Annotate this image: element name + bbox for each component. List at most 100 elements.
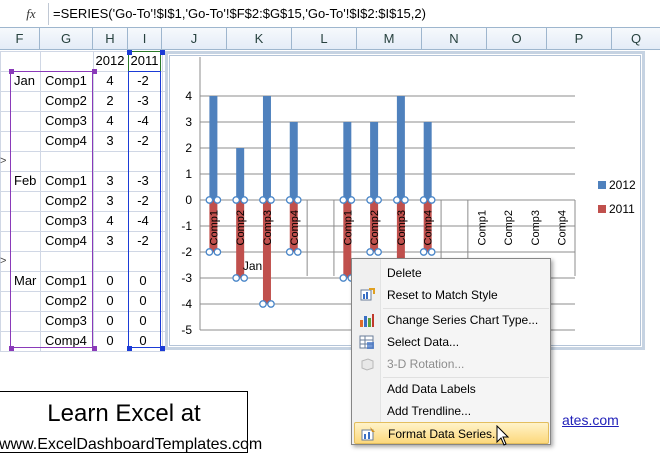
category-label: Comp2 — [503, 210, 515, 245]
value-2012-cell[interactable]: 0 — [93, 271, 127, 291]
series-selection-handle — [205, 248, 214, 256]
y-tick-label: -1 — [181, 219, 192, 233]
series-selection-handle — [347, 196, 356, 204]
category-label: Comp4 — [423, 210, 435, 245]
value-2012-cell[interactable] — [93, 251, 127, 271]
range-handle[interactable] — [9, 69, 14, 74]
series-selection-handle — [293, 248, 302, 256]
formula-input[interactable]: =SERIES('Go-To'!$I$1,'Go-To'!$F$2:$G$15,… — [53, 6, 426, 21]
mouse-cursor-icon — [496, 425, 510, 446]
reset-style-icon — [360, 288, 375, 301]
column-header-o[interactable]: O — [487, 28, 547, 50]
category-label: Comp2 — [235, 210, 247, 245]
column-header-l[interactable]: L — [292, 28, 357, 50]
column-header-p[interactable]: P — [547, 28, 612, 50]
bar-2012 — [209, 96, 218, 200]
value-2012-cell[interactable]: 3 — [93, 191, 127, 211]
range-handle[interactable] — [127, 346, 132, 351]
category-label: Comp3 — [530, 210, 542, 245]
column-headers: F G H I J K L M N O P Q — [0, 28, 660, 50]
menu-item-delete[interactable]: Delete — [354, 262, 549, 284]
menu-item-label: Select Data... — [387, 335, 460, 349]
category-label: Comp3 — [262, 210, 274, 245]
y-tick-label: 0 — [185, 193, 192, 207]
range-handle[interactable] — [160, 50, 165, 55]
column-header-h[interactable]: H — [93, 28, 128, 50]
promo-site: www.ExcelDashboardTemplates.com — [0, 436, 263, 453]
menu-item-3d-rotation: 3-D Rotation... — [354, 353, 549, 375]
menu-item-add-trendline[interactable]: Add Trendline... — [354, 400, 549, 422]
bar-2012 — [343, 122, 352, 200]
series-selection-handle — [259, 196, 267, 204]
menu-item-format-data-series[interactable]: Format Data Series... — [354, 422, 549, 444]
value-2012-cell[interactable]: 0 — [93, 311, 127, 331]
header-cell-2012[interactable]: 2012 — [93, 51, 127, 71]
3d-rotation-icon — [361, 358, 374, 371]
category-label: Comp4 — [557, 210, 569, 245]
column-header-j[interactable]: J — [162, 28, 227, 50]
series-selection-handle — [285, 248, 294, 256]
column-header-f[interactable]: F — [0, 28, 40, 50]
formula-separator — [48, 3, 49, 25]
series-selection-handle — [366, 248, 374, 256]
column-header-k[interactable]: K — [227, 28, 292, 50]
value-2012-cell[interactable] — [93, 151, 127, 171]
range-handle[interactable] — [92, 69, 97, 74]
category-label: Comp1 — [208, 210, 220, 245]
overflow-indicator: > — [0, 155, 7, 167]
menu-item-label: Reset to Match Style — [387, 288, 498, 302]
menu-item-change-chart-type[interactable]: Change Series Chart Type... — [354, 309, 549, 331]
gridline — [162, 51, 163, 351]
value-2012-cell[interactable]: 3 — [93, 231, 127, 251]
menu-item-select-data[interactable]: Select Data... — [354, 331, 549, 353]
value-2012-cell[interactable]: 4 — [93, 211, 127, 231]
format-series-icon — [361, 427, 375, 441]
legend-label: 2012 — [609, 178, 636, 192]
series-selection-handle — [213, 196, 222, 204]
range-handle[interactable] — [92, 346, 97, 351]
gridline — [0, 51, 1, 351]
value-2012-cell[interactable]: 3 — [93, 131, 127, 151]
y-tick-label: 4 — [185, 89, 192, 103]
series-selection-handle — [401, 196, 409, 204]
series-selection-handle — [339, 274, 348, 282]
range-handle[interactable] — [9, 346, 14, 351]
menu-item-label: Delete — [387, 266, 422, 280]
bar-2012 — [370, 122, 379, 200]
column-header-n[interactable]: N — [422, 28, 487, 50]
menu-item-label: Add Data Labels — [387, 382, 476, 396]
value-2012-cell[interactable]: 0 — [93, 291, 127, 311]
value-2012-cell[interactable]: 4 — [93, 111, 127, 131]
site-link[interactable]: ates.com — [562, 412, 619, 428]
menu-item-reset-style[interactable]: Reset to Match Style — [354, 284, 549, 306]
value-2012-cell[interactable]: 3 — [93, 171, 127, 191]
value-2012-cell[interactable]: 0 — [93, 331, 127, 351]
value-2012-cell[interactable]: 4 — [93, 71, 127, 91]
bar-2012 — [289, 122, 298, 200]
function-icon[interactable]: fx — [17, 4, 45, 24]
range-handle[interactable] — [160, 346, 165, 351]
series-selection-handle — [232, 196, 241, 204]
range-handle[interactable] — [127, 50, 132, 55]
column-header-q[interactable]: Q — [612, 28, 660, 50]
category-label: Comp3 — [396, 210, 408, 245]
group-label: Jan — [243, 259, 262, 273]
y-tick-label: 1 — [185, 167, 192, 181]
column-header-i[interactable]: I — [128, 28, 162, 50]
series-selection-handle — [205, 196, 214, 204]
select-data-icon — [359, 335, 374, 349]
series-selection-handle — [427, 196, 436, 204]
menu-item-add-data-labels[interactable]: Add Data Labels — [354, 378, 549, 400]
series-selection-handle — [366, 196, 374, 204]
category-range-highlight — [10, 71, 93, 348]
series-selection-handle — [419, 196, 428, 204]
series-selection-handle — [285, 196, 294, 204]
column-header-m[interactable]: M — [357, 28, 422, 50]
context-menu: Delete Reset to Match Style Change Serie… — [351, 258, 551, 445]
value-2012-cell[interactable]: 2 — [93, 91, 127, 111]
series-selection-handle — [427, 248, 436, 256]
series-selection-handle — [374, 196, 382, 204]
y-tick-label: -4 — [181, 297, 192, 311]
column-header-g[interactable]: G — [40, 28, 93, 50]
menu-item-label: Add Trendline... — [387, 404, 472, 418]
